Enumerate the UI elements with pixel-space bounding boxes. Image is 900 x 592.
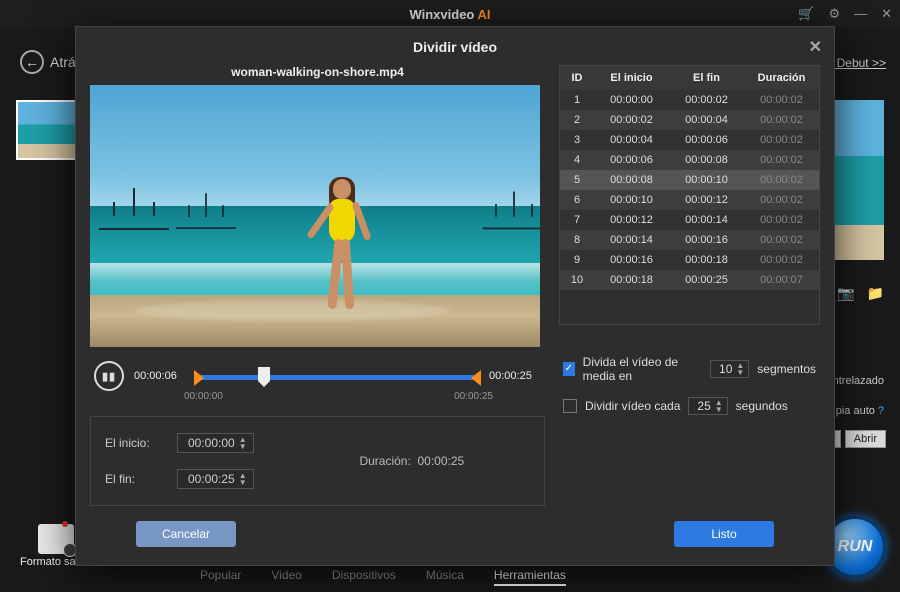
app-brand-suffix: AI [478,7,491,22]
autocopy-label: pia auto [836,405,875,417]
duration-value: 00:00:25 [417,454,464,468]
table-row[interactable]: 700:00:1200:00:1400:00:02 [560,210,819,230]
help-icon[interactable]: ? [878,405,884,417]
table-row[interactable]: 1000:00:1800:00:2500:00:07 [560,270,819,290]
segments-count-value: 10 [719,362,732,376]
table-row[interactable]: 100:00:0000:00:0200:00:02 [560,90,819,110]
split-by-seconds-checkbox[interactable] [563,399,577,413]
tab-popular[interactable]: Popular [200,568,241,586]
timeline-track[interactable] [196,361,479,391]
col-id: ID [560,72,594,84]
start-time-input[interactable]: 00:00:00 ▲▼ [177,433,254,453]
start-time-value: 00:00:00 [188,436,235,450]
split-by-seconds-label-b: segundos [736,399,788,413]
back-button[interactable]: ← Atrás [20,50,83,74]
end-time-input[interactable]: 00:00:25 ▲▼ [177,469,254,489]
split-by-segments-checkbox[interactable]: ✓ [563,362,575,376]
track-start-label: 00:00:00 [184,391,223,402]
tab-herramientas[interactable]: Herramientas [494,568,566,586]
duration-label: Duración: [359,454,410,468]
segments-count-input[interactable]: 10 ▲▼ [710,360,749,378]
table-row[interactable]: 200:00:0200:00:0400:00:02 [560,110,819,130]
col-start: El inicio [594,72,669,84]
ok-button[interactable]: Listo [674,521,774,547]
cancel-button[interactable]: Cancelar [136,521,236,547]
end-label: El fin: [105,472,165,486]
gear-icon[interactable]: ⚙ [828,6,840,22]
source-filename: woman-walking-on-shore.mp4 [90,65,545,79]
app-titlebar: Winxvideo AI 🛒 ⚙ — ✕ [0,0,900,28]
current-time: 00:00:06 [134,370,186,382]
split-by-segments-label-a: Divida el vídeo de media en [583,355,702,383]
tab-video[interactable]: Video [271,568,301,586]
stepper-icon[interactable]: ▲▼ [239,472,247,486]
table-row[interactable]: 300:00:0400:00:0600:00:02 [560,130,819,150]
table-row[interactable]: 600:00:1000:00:1200:00:02 [560,190,819,210]
table-row[interactable]: 900:00:1600:00:1800:00:02 [560,250,819,270]
pause-button[interactable]: ▮▮ [94,361,124,391]
segments-table: ID El inicio El fin Duración 100:00:0000… [559,65,820,325]
modal-title: Dividir vídeo [413,39,497,55]
playhead[interactable] [258,367,270,381]
split-by-segments-label-b: segmentos [757,362,816,376]
track-end-label: 00:00:25 [454,391,493,402]
close-app-icon[interactable]: ✕ [881,6,892,22]
seconds-input[interactable]: 25 ▲▼ [688,397,727,415]
table-row[interactable]: 500:00:0800:00:1000:00:02 [560,170,819,190]
close-icon[interactable]: ✕ [809,37,822,57]
tab-dispositivos[interactable]: Dispositivos [332,568,396,586]
table-row[interactable]: 800:00:1400:00:1600:00:02 [560,230,819,250]
abrir-button[interactable]: Abrir [845,430,886,448]
video-preview[interactable] [90,85,540,347]
col-end: El fin [669,72,744,84]
camera-icon[interactable]: 📷 [837,285,854,302]
table-row[interactable]: 400:00:0600:00:0800:00:02 [560,150,819,170]
range-panel: El inicio: 00:00:00 ▲▼ El fin: 00:00:25 … [90,416,545,506]
modal-header: Dividir vídeo ✕ [76,27,834,65]
output-format-icon [38,524,74,554]
split-by-seconds-label-a: Dividir vídeo cada [585,399,680,413]
stepper-icon[interactable]: ▲▼ [715,399,723,413]
end-time-value: 00:00:25 [188,472,235,486]
start-label: El inicio: [105,436,165,450]
debut-link[interactable]: e Debut >> [827,56,886,70]
trim-end-handle[interactable] [471,370,481,386]
minimize-icon[interactable]: — [854,6,867,22]
folder-icon[interactable]: 📁 [867,285,884,302]
bottom-tabs: Popular Video Dispositivos Música Herramient… [200,568,566,586]
cart-icon[interactable]: 🛒 [798,6,814,22]
seconds-value: 25 [697,399,710,413]
tab-música[interactable]: Música [426,568,464,586]
back-arrow-icon: ← [20,50,44,74]
stepper-icon[interactable]: ▲▼ [239,436,247,450]
trim-start-handle[interactable] [194,370,204,386]
col-duration: Duración [744,72,819,84]
split-video-modal: Dividir vídeo ✕ woman-walking-on-shore.m… [75,26,835,566]
total-time: 00:00:25 [489,370,541,382]
stepper-icon[interactable]: ▲▼ [736,362,744,376]
app-brand: Winxvideo [409,7,474,22]
